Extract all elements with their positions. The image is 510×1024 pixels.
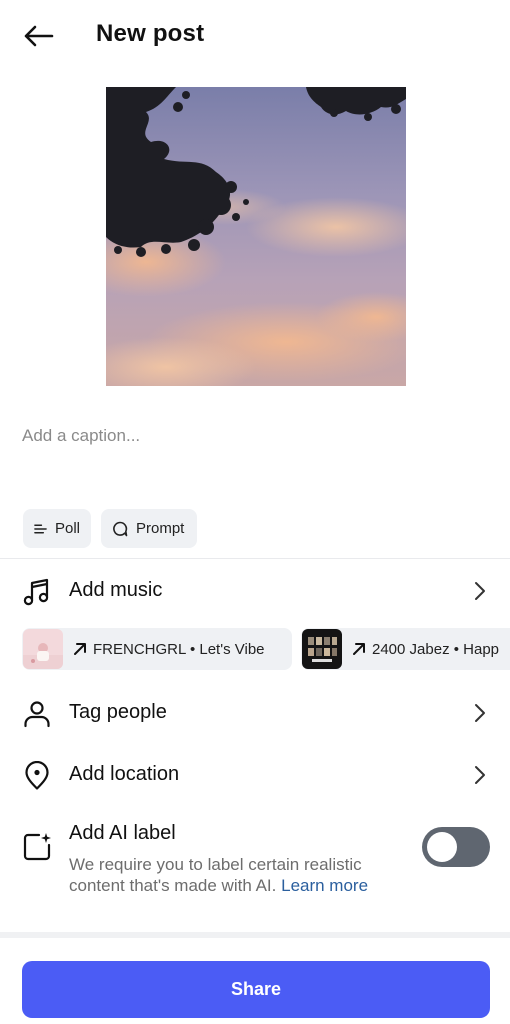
music-suggestion-text: 2400 Jabez • Happ — [372, 640, 500, 658]
album-art — [23, 629, 63, 669]
poll-label: Poll — [54, 520, 80, 537]
learn-more-link[interactable]: Learn more — [281, 876, 368, 895]
ai-label-title: Add AI label — [69, 822, 176, 844]
trending-arrow-icon — [74, 643, 86, 655]
trending-arrow-icon — [353, 643, 365, 655]
ai-label-toggle[interactable] — [422, 827, 490, 867]
poll-lines-icon — [34, 524, 47, 533]
poll-button[interactable]: Poll — [23, 509, 91, 548]
add-music-row[interactable]: Add music — [0, 566, 510, 616]
toggle-knob — [427, 832, 457, 862]
share-button[interactable]: Share — [22, 961, 490, 1018]
chevron-right-icon — [475, 704, 485, 722]
ai-label-icon — [23, 833, 51, 861]
page-title: New post — [96, 20, 205, 47]
speech-bubble-icon — [113, 521, 128, 536]
back-button[interactable] — [18, 18, 58, 54]
person-icon — [24, 701, 50, 728]
album-art — [302, 629, 342, 669]
tag-people-row[interactable]: Tag people — [0, 688, 510, 738]
add-music-label: Add music — [69, 579, 163, 601]
arrow-left-icon — [24, 25, 54, 47]
divider — [0, 932, 510, 938]
location-pin-icon — [25, 761, 49, 790]
music-suggestion[interactable]: FRENCHGRL • Let's Vibe — [22, 628, 292, 670]
new-post-screen: New post Add a caption... Poll Prompt Ad… — [0, 0, 510, 1024]
music-suggestion-text: FRENCHGRL • Let's Vibe — [93, 640, 265, 658]
header: New post — [0, 0, 510, 70]
music-suggestions: FRENCHGRL • Let's Vibe 2400 Jabez • Happ — [0, 628, 510, 672]
ai-label-section: Add AI label We require you to label cer… — [0, 820, 510, 920]
music-note-icon — [23, 578, 49, 606]
prompt-label: Prompt — [136, 520, 185, 537]
chevron-right-icon — [475, 766, 485, 784]
divider — [0, 558, 510, 559]
add-location-label: Add location — [69, 763, 180, 785]
tag-people-label: Tag people — [69, 701, 167, 723]
chevron-right-icon — [475, 582, 485, 600]
sky-photo — [106, 87, 406, 386]
add-location-row[interactable]: Add location — [0, 750, 510, 800]
ai-label-description: We require you to label certain realisti… — [69, 854, 414, 896]
prompt-button[interactable]: Prompt — [101, 509, 197, 548]
caption-input[interactable] — [22, 422, 488, 450]
music-suggestion[interactable]: 2400 Jabez • Happ — [301, 628, 510, 670]
post-image[interactable] — [106, 87, 406, 386]
